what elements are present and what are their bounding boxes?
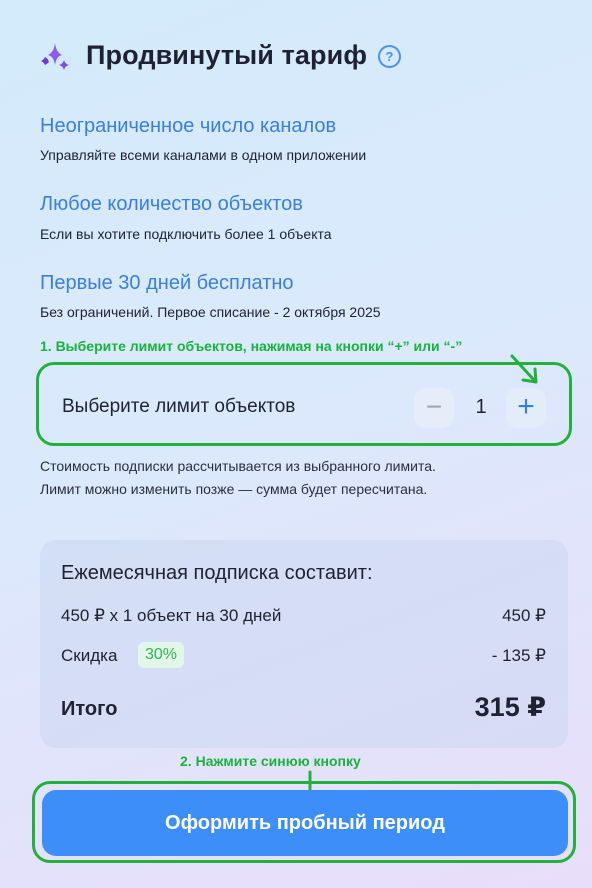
stepper-label: Выберите лимит объектов <box>62 396 296 417</box>
feature-title: Неограниченное число каналов <box>40 115 337 137</box>
decrement-button[interactable]: − <box>414 388 454 428</box>
discount-badge: 30% <box>138 642 185 668</box>
discount-label: Скидка <box>61 646 118 665</box>
discount-value: - 135 ₽ <box>491 646 546 665</box>
total-label: Итого <box>61 698 118 720</box>
summary-heading: Ежемесячная подписка составит: <box>61 562 373 584</box>
feature-description: Если вы хотите подключить более 1 объект… <box>40 226 332 242</box>
instruction-step-1: 1. Выберите лимит объектов, нажимая на к… <box>40 338 463 354</box>
quantity-value: 1 <box>475 396 487 418</box>
feature-title: Первые 30 дней бесплатно <box>40 272 294 294</box>
increment-button[interactable]: + <box>506 388 546 428</box>
start-trial-button[interactable]: Оформить пробный период <box>42 790 568 856</box>
base-price-value: 450 ₽ <box>502 606 546 625</box>
feature-description: Управляйте всеми каналами в одном прилож… <box>40 147 367 163</box>
feature-title: Любое количество объектов <box>40 193 303 215</box>
total-value: 315 ₽ <box>474 692 546 722</box>
tariff-card: Продвинутый тариф ? Неограниченное число… <box>0 0 592 888</box>
sparkle-icon <box>41 43 69 70</box>
page-title: Продвинутый тариф <box>86 40 368 70</box>
base-price-label: 450 ₽ x 1 объект на 30 дней <box>61 606 282 625</box>
instruction-step-2: 2. Нажмите синюю кнопку <box>180 753 361 769</box>
question-circle-icon[interactable]: ? <box>378 45 401 68</box>
pricing-note: Стоимость подписки рассчитывается из выб… <box>40 458 436 474</box>
feature-description: Без ограничений. Первое списание - 2 окт… <box>40 304 381 320</box>
pricing-note: Лимит можно изменить позже — сумма будет… <box>40 481 428 497</box>
